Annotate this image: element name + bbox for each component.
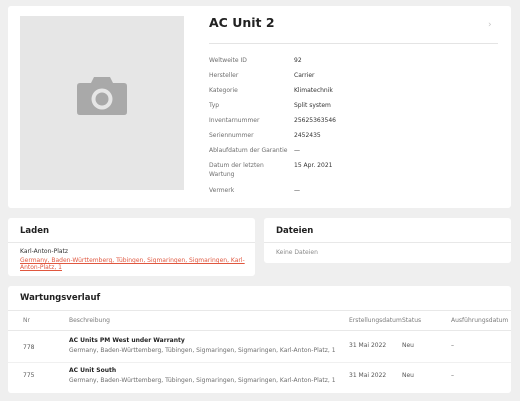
detail-value: 92 (294, 57, 302, 64)
store-address-link[interactable]: Germany, Baden-Württemberg, Tübingen, Si… (20, 257, 245, 271)
detail-label: Ablaufdatum der Garantie (209, 147, 288, 154)
row-status: Neu (402, 342, 414, 349)
detail-label: Seriennummer (209, 132, 254, 139)
detail-label: Datum der letzten Wartung (209, 162, 264, 178)
column-header-status[interactable]: Status (402, 317, 421, 324)
detail-value: 2452435 (294, 132, 321, 139)
row-nr: 778 (23, 344, 35, 351)
row-order-date: 31 Mai 2022 (349, 342, 387, 349)
column-header-execution-date[interactable]: Ausführungsdatum (451, 317, 508, 324)
files-empty-text: Keine Dateien (276, 249, 318, 256)
history-title-divider (8, 310, 511, 311)
table-row[interactable]: 778 AC Units PM West under Warranty Germ… (8, 332, 511, 362)
column-header-order-date[interactable]: Erstellungsdatum (349, 317, 402, 324)
row-location: Germany, Baden-Württemberg, Tübingen, Si… (69, 347, 336, 354)
chevron-right-icon[interactable]: › (488, 20, 492, 30)
title-divider (209, 43, 498, 44)
table-row[interactable]: 775 AC Unit South Germany, Baden-Württem… (8, 362, 511, 392)
store-divider (8, 242, 255, 243)
store-name: Karl-Anton-Platz (20, 248, 69, 255)
files-divider (264, 242, 511, 243)
column-header-nr[interactable]: Nr (23, 317, 30, 324)
asset-title: AC Unit 2 (209, 15, 275, 30)
row-order-date: 31 Mai 2022 (349, 372, 387, 379)
store-heading: Laden (20, 226, 50, 236)
detail-value: — (294, 187, 300, 194)
row-divider (8, 362, 511, 363)
row-status: Neu (402, 372, 414, 379)
row-title: AC Units PM West under Warranty (69, 337, 185, 344)
detail-value: Split system (294, 102, 331, 109)
detail-value: 25625363546 (294, 117, 336, 124)
store-card: Laden Karl-Anton-Platz Germany, Baden-Wü… (8, 218, 255, 276)
row-title: AC Unit South (69, 367, 117, 374)
detail-label: Typ (209, 102, 220, 109)
detail-label: Vermerk (209, 187, 235, 194)
table-header-divider (8, 330, 511, 331)
detail-label: Inventarnummer (209, 117, 260, 124)
detail-label: Weltweite ID (209, 57, 247, 64)
detail-label: Kategorie (209, 87, 238, 94)
detail-value: 15 Apr. 2021 (294, 162, 333, 169)
asset-photo-placeholder[interactable] (20, 16, 184, 190)
files-card: Dateien Keine Dateien (264, 218, 511, 263)
column-header-description[interactable]: Beschreibung (69, 317, 110, 324)
detail-label: Hersteller (209, 72, 239, 79)
history-heading: Wartungsverlauf (20, 293, 101, 303)
asset-card: AC Unit 2 › Weltweite ID 92 Hersteller C… (8, 6, 511, 208)
files-heading: Dateien (276, 226, 314, 236)
row-location: Germany, Baden-Württemberg, Tübingen, Si… (69, 377, 336, 384)
detail-value: Klimatechnik (294, 87, 333, 94)
row-execution-date: – (451, 372, 454, 379)
detail-value: — (294, 147, 300, 154)
row-execution-date: – (451, 342, 454, 349)
row-nr: 775 (23, 372, 35, 379)
detail-value: Carrier (294, 72, 315, 79)
maintenance-history-card: Wartungsverlauf Nr Beschreibung Erstellu… (8, 286, 511, 393)
camera-icon (77, 77, 127, 115)
